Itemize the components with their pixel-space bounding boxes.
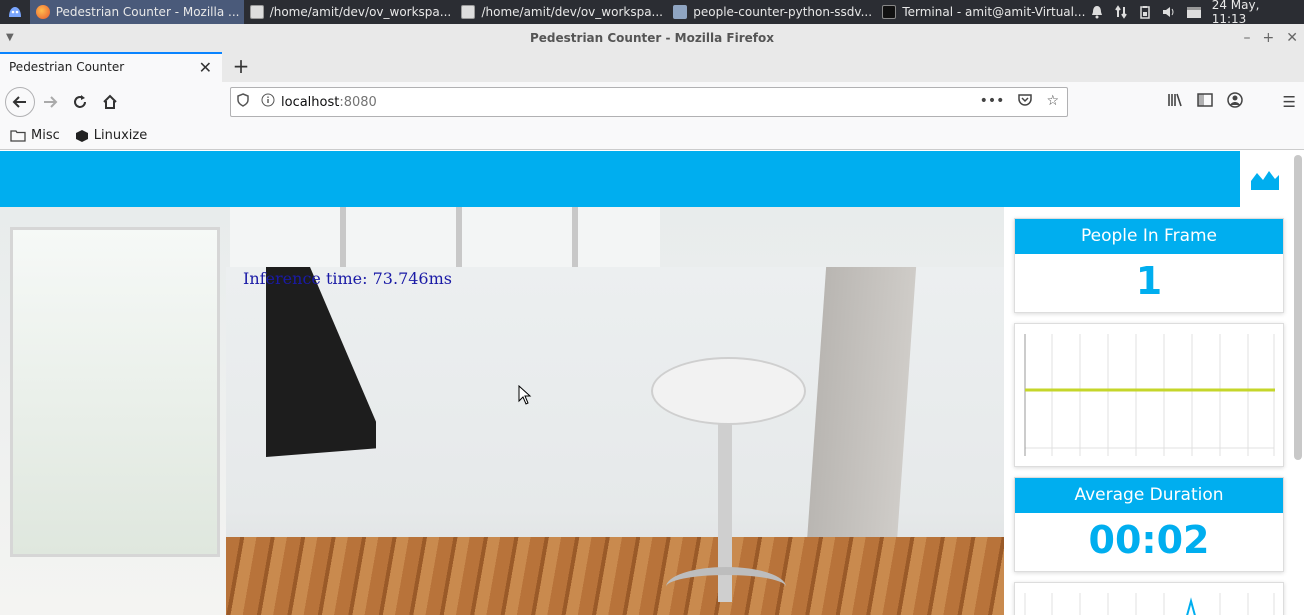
folder-icon xyxy=(673,5,688,19)
system-tray: 24 May, 11:13 xyxy=(1090,0,1304,26)
window-menu-icon[interactable]: ▼ xyxy=(6,24,14,52)
window-title: Pedestrian Counter - Mozilla Firefox xyxy=(529,31,774,45)
bookmark-label: Misc xyxy=(31,128,60,143)
folder-icon xyxy=(10,130,26,142)
stats-sidebar: People In Frame 1 Average Duration 00:02 xyxy=(1014,218,1284,615)
average-duration-value: 00:02 xyxy=(1088,518,1210,562)
average-duration-card: Average Duration 00:02 xyxy=(1014,477,1284,572)
home-button[interactable] xyxy=(95,87,125,117)
wooden-floor xyxy=(226,537,1004,615)
info-icon[interactable] xyxy=(261,93,275,111)
clock[interactable]: 24 May, 11:13 xyxy=(1212,0,1296,26)
people-line-chart xyxy=(1024,334,1275,456)
close-window-icon[interactable]: ✕ xyxy=(1286,24,1298,52)
people-in-frame-title: People In Frame xyxy=(1015,219,1283,254)
task-label: /home/amit/dev/ov_workspa... xyxy=(269,5,452,19)
duration-chart-card xyxy=(1014,582,1284,615)
firefox-icon xyxy=(35,5,50,19)
task-editor-1[interactable]: /home/amit/dev/ov_workspa... xyxy=(244,0,456,24)
terminal-icon xyxy=(882,5,897,19)
navigation-toolbar: localhost:8080 ••• ☆ ☰ xyxy=(0,82,1304,122)
duration-series-line xyxy=(1186,597,1196,615)
people-in-frame-card: People In Frame 1 xyxy=(1014,218,1284,313)
minimize-icon[interactable]: – xyxy=(1244,24,1251,52)
bookmarks-toolbar: Misc Linuxize xyxy=(0,122,1304,150)
account-icon[interactable] xyxy=(1226,92,1243,112)
table-top xyxy=(651,357,806,425)
reload-button[interactable] xyxy=(65,87,95,117)
window-titlebar: ▼ Pedestrian Counter - Mozilla Firefox –… xyxy=(0,24,1304,52)
people-chart-card xyxy=(1014,323,1284,467)
tab-pedestrian-counter[interactable]: Pedestrian Counter ✕ xyxy=(0,52,222,82)
page-content: Inference time: 73.746ms People In Frame… xyxy=(0,151,1304,615)
task-file-manager[interactable]: people-counter-python-ssdv... xyxy=(667,0,876,24)
app-header-bar xyxy=(0,151,1240,207)
tab-bar: Pedestrian Counter ✕ + xyxy=(0,52,1304,82)
app-menu-icon[interactable] xyxy=(0,0,30,24)
close-tab-icon[interactable]: ✕ xyxy=(199,58,212,77)
calendar-icon xyxy=(1186,5,1202,19)
back-button[interactable] xyxy=(5,87,35,117)
duration-line-chart xyxy=(1024,593,1275,615)
mouse-cursor-icon xyxy=(518,384,532,409)
volume-icon[interactable] xyxy=(1162,5,1176,19)
pocket-icon[interactable] xyxy=(1018,93,1033,111)
task-editor-2[interactable]: /home/amit/dev/ov_workspa... xyxy=(455,0,667,24)
room-window-top xyxy=(230,207,660,267)
os-taskbar: Pedestrian Counter - Mozilla ... /home/a… xyxy=(0,0,1304,26)
stats-chart-icon[interactable] xyxy=(1240,151,1290,207)
task-label: Pedestrian Counter - Mozilla ... xyxy=(55,5,240,19)
average-duration-title: Average Duration xyxy=(1015,478,1283,513)
maximize-icon[interactable]: + xyxy=(1263,24,1275,52)
task-label: people-counter-python-ssdv... xyxy=(693,5,873,19)
text-editor-icon xyxy=(249,5,264,19)
library-icon[interactable] xyxy=(1167,93,1183,111)
bell-icon[interactable] xyxy=(1090,5,1104,19)
url-bar[interactable]: localhost:8080 ••• ☆ xyxy=(230,87,1068,117)
text-editor-icon xyxy=(461,5,476,19)
tv-screen xyxy=(266,267,376,457)
bookmark-misc[interactable]: Misc xyxy=(5,128,65,143)
linuxize-icon xyxy=(75,129,88,142)
sidebar-icon[interactable] xyxy=(1196,93,1213,111)
shield-icon[interactable] xyxy=(237,93,249,111)
task-label: Terminal - amit@amit-Virtual... xyxy=(902,5,1086,19)
battery-icon[interactable] xyxy=(1138,5,1152,19)
tab-label: Pedestrian Counter xyxy=(9,60,125,74)
page-actions-icon[interactable]: ••• xyxy=(980,93,1005,111)
network-icon[interactable] xyxy=(1114,5,1128,19)
bookmark-star-icon[interactable]: ☆ xyxy=(1046,93,1059,111)
bookmark-label: Linuxize xyxy=(93,128,148,143)
room-window-left xyxy=(10,227,220,557)
video-feed: Inference time: 73.746ms xyxy=(0,207,1004,615)
concrete-pillar xyxy=(805,267,917,557)
url-port: :8080 xyxy=(339,94,377,110)
table-base xyxy=(666,567,786,607)
bookmark-linuxize[interactable]: Linuxize xyxy=(70,128,152,143)
video-frame xyxy=(226,267,1004,615)
task-firefox[interactable]: Pedestrian Counter - Mozilla ... xyxy=(29,0,244,24)
url-host: localhost xyxy=(281,94,340,110)
inference-time-overlay: Inference time: 73.746ms xyxy=(243,269,452,288)
task-terminal[interactable]: Terminal - amit@amit-Virtual... xyxy=(876,0,1089,24)
hamburger-menu-icon[interactable]: ☰ xyxy=(1283,93,1296,111)
people-in-frame-value: 1 xyxy=(1135,259,1163,303)
page-scrollbar[interactable] xyxy=(1294,155,1302,460)
task-label: /home/amit/dev/ov_workspa... xyxy=(481,5,663,19)
forward-button[interactable] xyxy=(35,87,65,117)
new-tab-icon[interactable]: + xyxy=(230,54,252,78)
